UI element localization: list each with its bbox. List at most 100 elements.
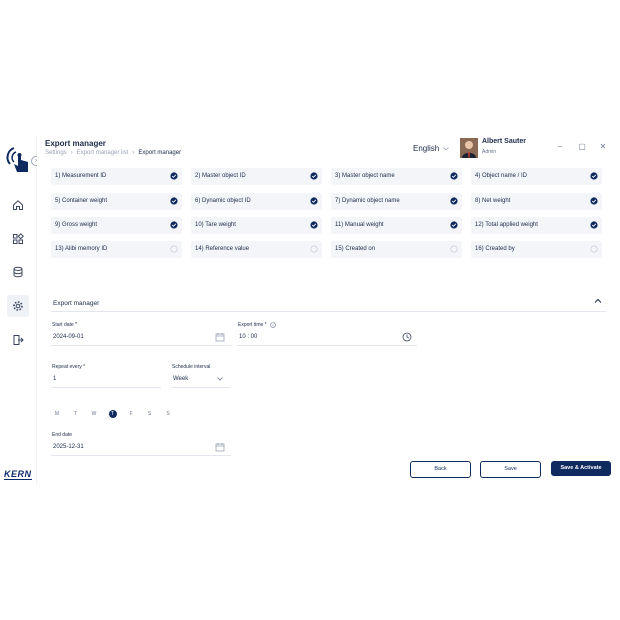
avatar[interactable] xyxy=(460,138,478,158)
export-time-label: Export time * xyxy=(238,322,267,328)
export-field-label: 15) Created on xyxy=(335,246,376,252)
checked-circle-icon xyxy=(310,221,318,229)
export-field-checkbox[interactable]: 10) Tare weight xyxy=(191,217,322,234)
export-field-checkbox[interactable]: 6) Dynamic object ID xyxy=(191,193,322,210)
breadcrumb-separator: › xyxy=(70,150,73,156)
save-button[interactable]: Save xyxy=(480,461,541,478)
export-field-label: 8) Net weight xyxy=(475,198,511,204)
settings-gear-icon[interactable] xyxy=(7,295,29,317)
checked-circle-icon xyxy=(310,172,318,180)
export-field-label: 6) Dynamic object ID xyxy=(195,198,251,204)
weekday-toggle[interactable]: F xyxy=(127,410,135,418)
start-date-underline xyxy=(51,345,231,346)
start-date-label: Start date * xyxy=(52,322,78,328)
export-field-checkbox[interactable]: 5) Container weight xyxy=(51,193,182,210)
export-field-label: 3) Master object name xyxy=(335,173,395,179)
export-field-label: 11) Manual weight xyxy=(335,222,384,228)
back-button[interactable]: Back xyxy=(410,461,471,478)
export-field-label: 2) Master object ID xyxy=(195,173,246,179)
export-field-checkbox[interactable]: 11) Manual weight xyxy=(331,217,462,234)
checked-circle-icon xyxy=(590,172,598,180)
export-field-checkbox[interactable]: 8) Net weight xyxy=(471,193,602,210)
export-field-checkbox[interactable]: 12) Total applied weight xyxy=(471,217,602,234)
export-field-label: 12) Total applied weight xyxy=(475,222,538,228)
unchecked-circle-icon xyxy=(590,245,598,253)
checked-circle-icon xyxy=(450,197,458,205)
schedule-interval-select[interactable]: Week xyxy=(171,372,230,386)
export-field-checkbox[interactable]: 9) Gross weight xyxy=(51,217,182,234)
weekday-toggle[interactable]: W xyxy=(90,410,98,418)
checked-circle-icon xyxy=(590,221,598,229)
export-field-label: 5) Container weight xyxy=(55,198,108,204)
save-and-activate-button[interactable]: Save & Activate xyxy=(551,461,611,476)
end-date-label: End date xyxy=(52,432,73,438)
export-field-label: 4) Object name / ID xyxy=(475,173,528,179)
export-field-checkbox[interactable]: 15) Created on xyxy=(331,241,462,258)
unchecked-circle-icon xyxy=(450,245,458,253)
breadcrumb-current: Export manager xyxy=(138,150,182,156)
logout-icon[interactable] xyxy=(7,329,29,351)
export-field-checkbox[interactable]: 3) Master object name xyxy=(331,168,462,185)
weekday-toggle[interactable]: S xyxy=(164,410,172,418)
checked-circle-icon xyxy=(450,221,458,229)
export-time-input[interactable]: 10 : 00 xyxy=(237,330,417,344)
end-date-input[interactable]: 2025-12-31 xyxy=(51,440,231,454)
export-field-checkbox[interactable]: 7) Dynamic object name xyxy=(331,193,462,210)
weekday-toggle[interactable]: T xyxy=(72,410,80,418)
export-field-checkbox[interactable]: 1) Measurement ID xyxy=(51,168,182,185)
export-field-checkbox[interactable]: 16) Created by xyxy=(471,241,602,258)
export-field-label: 14) Reference value xyxy=(195,246,250,252)
maximize-icon[interactable]: ▢ xyxy=(577,142,587,151)
export-field-label: 7) Dynamic object name xyxy=(335,198,400,204)
export-field-checkbox[interactable]: 14) Reference value xyxy=(191,241,322,258)
repeat-every-label: Repeat every * xyxy=(52,364,86,370)
end-date-value: 2025-12-31 xyxy=(53,444,84,450)
dashboard-icon[interactable] xyxy=(7,228,29,250)
export-field-label: 9) Gross weight xyxy=(55,222,98,228)
export-field-label: 1) Measurement ID xyxy=(55,173,107,179)
home-icon[interactable] xyxy=(7,194,29,216)
database-icon[interactable] xyxy=(7,261,29,283)
schedule-interval-underline xyxy=(171,387,230,388)
calendar-icon[interactable] xyxy=(215,442,225,452)
checked-circle-icon xyxy=(310,197,318,205)
checked-circle-icon xyxy=(170,221,178,229)
close-icon[interactable]: ✕ xyxy=(598,142,608,151)
start-date-input[interactable]: 2024-09-01 xyxy=(51,330,231,344)
export-time-label-group: Export time * xyxy=(238,322,276,328)
weekday-toggle[interactable]: S xyxy=(146,410,154,418)
divider xyxy=(51,311,606,312)
calendar-icon[interactable] xyxy=(215,332,225,342)
export-field-checkbox[interactable]: 13) Alibi memory ID xyxy=(51,241,182,258)
export-field-checkbox[interactable]: 2) Master object ID xyxy=(191,168,322,185)
clock-icon[interactable] xyxy=(402,332,412,342)
export-field-label: 13) Alibi memory ID xyxy=(55,246,108,252)
repeat-every-input[interactable]: 1 xyxy=(51,372,161,386)
info-icon[interactable] xyxy=(269,322,276,328)
breadcrumb-settings[interactable]: Settings xyxy=(45,150,67,156)
export-time-underline xyxy=(237,345,417,346)
unchecked-circle-icon xyxy=(310,245,318,253)
app-logo xyxy=(6,147,28,172)
schedule-interval-value: Week xyxy=(173,376,189,382)
breadcrumb-export-manager-list[interactable]: Export manager list xyxy=(77,150,129,156)
user-name: Albert Sauter xyxy=(482,138,526,145)
weekday-toggle[interactable]: M xyxy=(53,410,61,418)
end-date-underline xyxy=(51,455,231,456)
minimize-icon[interactable]: – xyxy=(555,142,565,151)
unchecked-circle-icon xyxy=(170,245,178,253)
content-area: 1) Measurement ID 2) Master object ID 3) M… xyxy=(37,162,620,484)
breadcrumb-separator: › xyxy=(132,150,135,156)
export-field-label: 10) Tare weight xyxy=(195,222,236,228)
section-title: Export manager xyxy=(53,300,100,307)
main-panel: Export manager Settings › Export manager… xyxy=(37,136,620,484)
language-selector[interactable]: English xyxy=(413,144,450,153)
export-field-checkbox[interactable]: 4) Object name / ID xyxy=(471,168,602,185)
chevron-down-icon xyxy=(443,146,450,151)
checked-circle-icon xyxy=(170,197,178,205)
checked-circle-icon xyxy=(590,197,598,205)
collapse-section-chevron-up-icon[interactable] xyxy=(593,297,603,305)
breadcrumb: Settings › Export manager list › Export … xyxy=(45,150,181,156)
start-date-value: 2024-09-01 xyxy=(53,334,84,340)
weekday-toggle[interactable]: T xyxy=(108,410,117,418)
